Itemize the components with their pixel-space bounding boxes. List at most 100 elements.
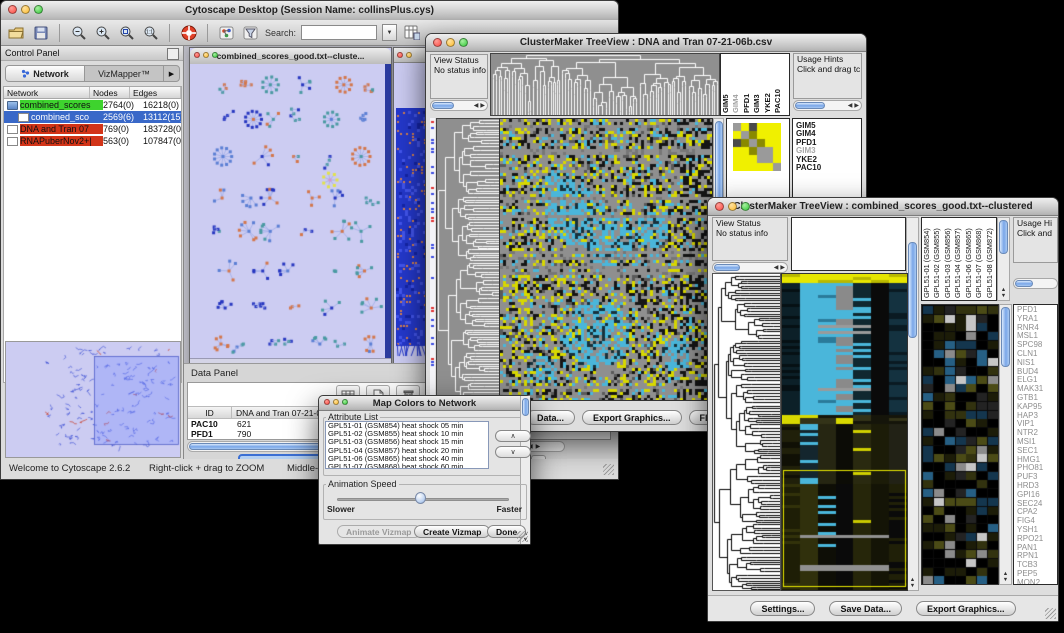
column-label[interactable]: YKE2 <box>763 54 774 115</box>
tv2-zoom-heatmap[interactable] <box>921 304 999 585</box>
scroll-arrows[interactable]: ▲▼ <box>1000 571 1011 583</box>
main-titlebar[interactable]: Cytoscape Desktop (Session Name: collins… <box>1 1 618 21</box>
save-icon[interactable] <box>31 24 50 42</box>
column-label[interactable]: GPL51-08 (GSM872) <box>985 218 996 300</box>
column-label[interactable]: GPL51-06 (GSM865) <box>964 218 975 300</box>
network-canvas[interactable] <box>190 64 391 359</box>
minimize-button[interactable] <box>728 202 737 211</box>
gene-label[interactable]: PAC10 <box>793 164 861 172</box>
search-input[interactable] <box>301 25 377 40</box>
network-row[interactable]: combined_scores 2764(0) 16218(0) <box>4 99 181 111</box>
animate-vizmap-button[interactable]: Animate Vizmap <box>337 525 421 538</box>
tv2-button[interactable]: Settings... <box>750 601 815 616</box>
minimize-button[interactable] <box>21 5 30 14</box>
close-button[interactable] <box>8 5 17 14</box>
scroll-arrows[interactable]: ▲▼ <box>998 287 1009 299</box>
network-row[interactable]: combined_sco 2569(6) 13112(15) <box>4 111 181 123</box>
scroll-thumb[interactable] <box>522 398 529 416</box>
zoom-button[interactable] <box>741 202 750 211</box>
minimize-button[interactable] <box>333 399 339 405</box>
zoom-button[interactable] <box>459 38 468 47</box>
tv1-titlebar[interactable]: ClusterMaker TreeView : DNA and Tran 07-… <box>426 34 866 52</box>
column-label[interactable]: GPL51-07 (GSM868) <box>975 218 986 300</box>
search-dropdown-arrow[interactable]: ▼ <box>382 24 397 41</box>
tv1-heatmap[interactable] <box>499 118 713 401</box>
minimize-button[interactable] <box>446 38 455 47</box>
tv2-labels-vscrollbar[interactable]: ▲▼ <box>997 217 1010 301</box>
attribute-item[interactable]: GPL51-07 (GSM868) heat shock 60 min <box>326 463 488 469</box>
network-row[interactable]: RNAPuberNov2+| 563(0) 107847(0) <box>4 135 181 147</box>
zoom-button[interactable] <box>342 399 348 405</box>
column-label[interactable]: GIM3 <box>753 54 764 115</box>
column-label[interactable]: GPL51-03 (GSM856) <box>943 218 954 300</box>
scroll-arrows[interactable]: ◀▶ <box>474 102 485 109</box>
zoom-fit-icon[interactable]: 1:1 <box>141 24 160 42</box>
tv1-hints-scrollbar[interactable]: ◀▶ <box>793 100 862 111</box>
open-file-icon[interactable] <box>7 24 26 42</box>
dp-col-id[interactable]: ID <box>188 407 232 418</box>
zoom-out-icon[interactable] <box>69 24 88 42</box>
scroll-thumb[interactable] <box>714 264 740 271</box>
tv2-column-dendrogram-panel[interactable] <box>791 217 906 271</box>
scroll-thumb[interactable] <box>432 102 454 109</box>
tv1-column-dendrogram[interactable] <box>490 53 720 116</box>
tv2-row-dendrogram[interactable] <box>712 273 781 591</box>
tab-vizmapper[interactable]: VizMapper™ <box>85 66 163 81</box>
col-nodes[interactable]: Nodes <box>90 87 130 98</box>
column-label[interactable]: PFD1 <box>742 54 753 115</box>
attribute-list[interactable]: GPL51-01 (GSM854) heat shock 05 minGPL51… <box>325 421 489 469</box>
network-frame-titlebar[interactable]: combined_scores_good.txt--cluste... <box>190 48 391 65</box>
scroll-arrows[interactable]: ◀▶ <box>848 102 859 109</box>
tv2-heatmap[interactable] <box>781 273 908 591</box>
scroll-thumb[interactable] <box>1015 280 1033 287</box>
tv2-zoom-vscrollbar[interactable]: ▲▼ <box>999 304 1012 585</box>
tv2-button[interactable]: Export Graphics... <box>916 601 1016 616</box>
attribute-list-scrollbar[interactable]: ▲▼ <box>520 396 530 544</box>
tv2-button[interactable]: Save Data... <box>829 601 902 616</box>
close-button[interactable] <box>433 38 442 47</box>
column-label[interactable]: GPL51-01 (GSM854) <box>922 218 933 300</box>
move-up-button[interactable]: ∧ <box>495 430 531 442</box>
dialog-titlebar[interactable]: Map Colors to Network <box>319 396 530 411</box>
move-down-button[interactable]: ∨ <box>495 446 531 458</box>
minimize-icon[interactable] <box>406 52 412 58</box>
scroll-arrows[interactable]: ◀▶ <box>774 264 785 271</box>
column-label[interactable]: GIM5 <box>721 54 732 115</box>
network-overview-icon[interactable] <box>217 24 236 42</box>
network-row[interactable]: DNA and Tran 07 769(0) 183728(0) <box>4 123 181 135</box>
zoom-in-icon[interactable] <box>93 24 112 42</box>
column-label[interactable]: PAC10 <box>774 54 785 115</box>
resize-grip[interactable] <box>603 464 614 475</box>
filter-icon[interactable] <box>241 24 260 42</box>
scroll-thumb[interactable] <box>795 102 825 109</box>
tv2-hints-scrollbar[interactable] <box>1013 278 1058 289</box>
attribute-table-icon[interactable] <box>402 24 421 42</box>
col-network[interactable]: Network <box>4 87 90 98</box>
gene-label[interactable]: MON2 <box>1014 579 1057 585</box>
tab-network[interactable]: Network <box>6 66 85 81</box>
tv2-status-scrollbar[interactable]: ◀▶ <box>712 262 788 273</box>
float-panel-icon[interactable] <box>167 48 179 60</box>
col-edges[interactable]: Edges <box>130 87 181 98</box>
slider-thumb[interactable] <box>415 492 426 504</box>
create-vizmap-button[interactable]: Create Vizmap <box>414 525 490 538</box>
network-overview-panel[interactable] <box>5 341 181 458</box>
scroll-thumb[interactable] <box>1001 307 1010 367</box>
zoom-selected-icon[interactable] <box>117 24 136 42</box>
minimize-icon[interactable] <box>203 52 209 58</box>
network-vscrollbar[interactable] <box>385 64 391 358</box>
close-icon[interactable] <box>397 52 403 58</box>
tv2-titlebar[interactable]: ClusterMaker TreeView : combined_scores_… <box>708 198 1058 216</box>
close-button[interactable] <box>324 399 330 405</box>
tv1-row-dendrogram[interactable] <box>436 118 500 401</box>
tab-overflow-arrow[interactable]: ▶ <box>163 66 179 81</box>
zoom-button[interactable] <box>34 5 43 14</box>
tv1-status-scrollbar[interactable]: ◀▶ <box>430 100 488 111</box>
scroll-thumb[interactable] <box>999 220 1008 254</box>
scroll-thumb[interactable] <box>908 242 917 338</box>
resize-grip[interactable] <box>1045 608 1056 619</box>
resize-grip[interactable] <box>517 531 528 542</box>
close-icon[interactable] <box>194 52 200 58</box>
close-button[interactable] <box>715 202 724 211</box>
scroll-arrows[interactable]: ▲▼ <box>907 577 918 589</box>
